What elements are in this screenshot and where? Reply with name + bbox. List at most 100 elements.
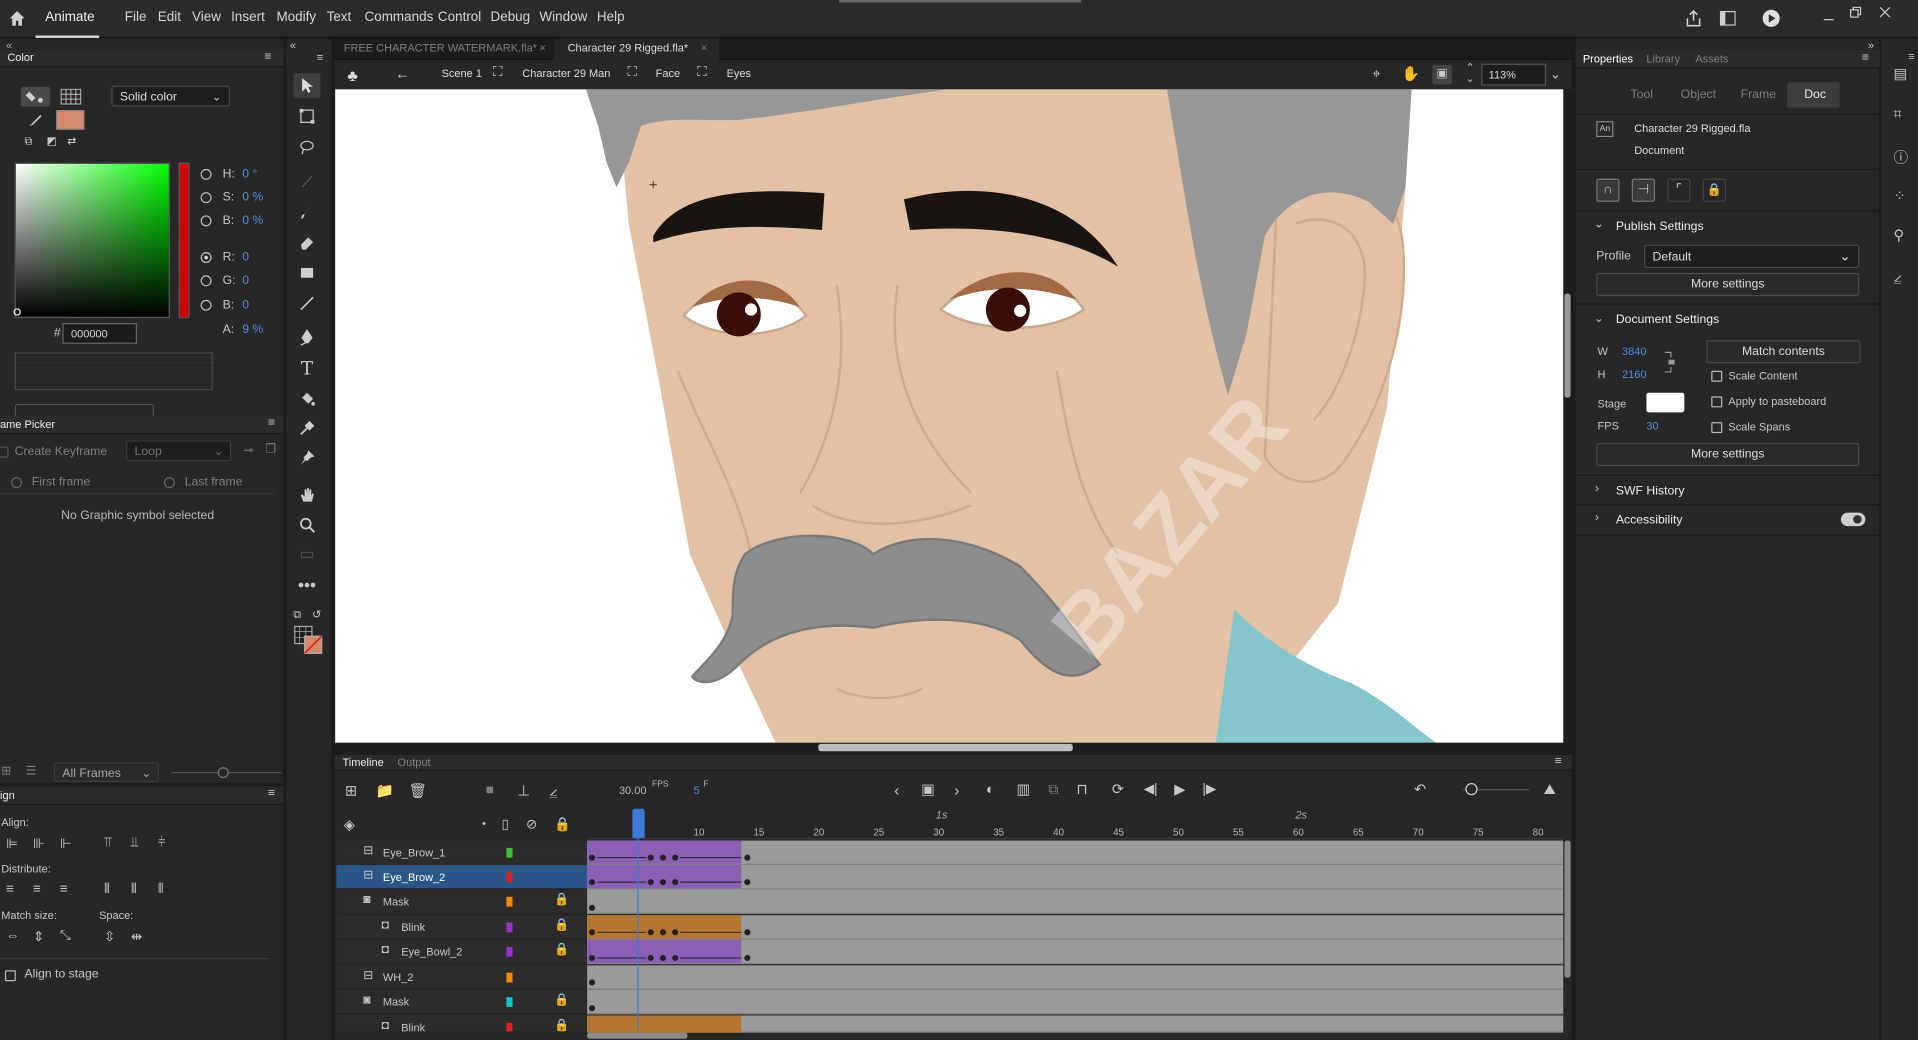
swap-colors-icon[interactable]: ⇄ — [67, 135, 76, 148]
home-icon[interactable] — [9, 10, 26, 27]
distribute-hcenter-icon[interactable]: ⦀ — [131, 882, 137, 898]
workspace-icon[interactable] — [1719, 11, 1736, 26]
breadcrumb-face[interactable]: Face — [656, 67, 680, 79]
rulers-icon[interactable]: ⌜ — [1667, 178, 1691, 202]
playhead[interactable] — [632, 808, 645, 839]
clip-content-icon[interactable]: ▣ — [1432, 64, 1452, 85]
hide-layer-icon[interactable]: ⊘ — [526, 816, 537, 832]
accessibility-title[interactable]: Accessibility — [1616, 514, 1683, 527]
panel-menu-icon[interactable]: ≡ — [264, 50, 271, 63]
graph-editor-icon[interactable]: ⦤ — [549, 782, 557, 800]
info-panel-icon[interactable]: ⓘ — [1894, 147, 1909, 168]
hue-radio[interactable] — [200, 168, 212, 180]
lock-icon[interactable]: 🔒 — [554, 1019, 569, 1031]
more-settings-button[interactable]: More settings — [1596, 272, 1860, 297]
close-tab-icon[interactable]: × — [701, 42, 707, 54]
edit-multiple-frames-icon[interactable]: ▥ — [1016, 781, 1030, 798]
align-vertical-center-icon[interactable]: ⫫ — [131, 836, 139, 852]
tab-assets[interactable]: Assets — [1695, 53, 1728, 65]
sub-tab-doc[interactable]: Doc — [1787, 81, 1840, 108]
apply-to-pasteboard-checkbox[interactable] — [1711, 396, 1723, 408]
menu-modify[interactable]: Modify — [276, 10, 316, 25]
color-picker-field[interactable] — [13, 162, 171, 319]
show-all-layers-icon[interactable]: ◈ — [344, 816, 355, 833]
doc-tab-free-character[interactable]: FREE CHARACTER WATERMARK.fla* × — [334, 39, 553, 60]
stage-canvas[interactable]: BAZAR — [335, 89, 1564, 743]
align-bottom-edge-icon[interactable]: ⫩ — [158, 836, 166, 852]
pin-tool-icon[interactable] — [294, 445, 321, 469]
brightness-radio[interactable] — [200, 215, 212, 227]
link-icon[interactable]: ⊸ — [243, 444, 253, 457]
app-tab[interactable]: Animate — [35, 0, 100, 38]
layer-row[interactable]: ◙ Mask 🔒 — [336, 889, 588, 914]
insert-frame-icon[interactable]: ⊓ — [1076, 781, 1087, 798]
more-tools-icon[interactable]: ••• — [294, 573, 321, 597]
output-tab[interactable]: Output — [398, 756, 431, 768]
layer-name[interactable]: Blink — [401, 921, 425, 933]
distribute-right-icon[interactable]: ⦀ — [158, 882, 164, 898]
tools-menu-icon[interactable]: ≡ — [317, 51, 323, 63]
breadcrumb-character[interactable]: Character 29 Man — [522, 67, 610, 79]
layer-color-swatch[interactable] — [506, 1022, 513, 1032]
alpha-value[interactable]: 9 % — [242, 323, 263, 336]
layer-row-selected[interactable]: ⊟ Eye_Brow_2 — [336, 865, 588, 890]
sub-tab-object[interactable]: Object — [1681, 88, 1716, 101]
width-value[interactable]: 3840 — [1622, 345, 1647, 357]
motion-presets-icon[interactable]: ⁘ — [1894, 187, 1906, 204]
new-folder-icon[interactable]: 📁 — [376, 782, 394, 799]
stage-horizontal-scrollbar[interactable] — [818, 743, 1073, 752]
publish-settings-title[interactable]: Publish Settings — [1616, 220, 1704, 233]
menu-edit[interactable]: Edit — [158, 10, 181, 25]
zoom-stepper-icon[interactable]: ⌃ ⌄ — [1465, 62, 1474, 84]
pencil-stroke-icon[interactable] — [27, 111, 44, 128]
zoom-input[interactable]: 113% — [1481, 63, 1547, 86]
scale-content-checkbox[interactable] — [1711, 370, 1723, 382]
hue-value[interactable]: 0 ° — [242, 168, 257, 181]
layer-row[interactable]: ⊟ WH_2 — [336, 965, 588, 990]
lock-icon[interactable]: 🔒 — [554, 943, 569, 956]
create-keyframe-checkbox[interactable] — [0, 446, 9, 458]
scene-icon[interactable]: ♣ — [347, 66, 357, 84]
align-top-edge-icon[interactable]: ⫪ — [104, 836, 112, 852]
no-color-icon[interactable]: ◩ — [46, 135, 56, 148]
blue-radio[interactable] — [200, 299, 212, 311]
current-frame-value[interactable]: 5 — [694, 784, 700, 796]
new-layer-icon[interactable]: ⊞ — [345, 782, 357, 799]
breadcrumb-scene[interactable]: Scene 1 — [442, 67, 482, 79]
menu-control[interactable]: Control — [438, 10, 481, 25]
blue-value[interactable]: 0 — [242, 299, 249, 312]
restore-icon[interactable] — [1849, 4, 1862, 18]
paint-bucket-tool-icon[interactable] — [294, 387, 321, 411]
space-vertical-icon[interactable]: ⇳ — [104, 929, 115, 945]
prev-keyframe-icon[interactable]: ‹ — [894, 781, 899, 799]
undo-icon[interactable]: ↶ — [1414, 781, 1426, 798]
center-stage-icon[interactable]: ⌖ — [1372, 65, 1380, 83]
share-icon[interactable] — [1686, 9, 1702, 27]
layer-color-swatch[interactable] — [506, 896, 513, 907]
panel-menu-icon[interactable]: ≡ — [268, 787, 275, 800]
stage-color-swatch[interactable] — [1646, 392, 1685, 413]
hue-slider[interactable] — [178, 162, 190, 319]
brightness-value[interactable]: 0 % — [242, 214, 263, 227]
expand-panels-icon[interactable]: » — [1868, 39, 1874, 51]
pen-tool-icon[interactable] — [294, 325, 321, 349]
layer-name[interactable]: Eye_Brow_1 — [383, 847, 445, 859]
back-arrow-icon[interactable]: ← — [395, 65, 410, 82]
scale-spans-checkbox[interactable] — [1711, 422, 1723, 434]
match-width-icon[interactable]: ⇔ — [6, 929, 19, 944]
menu-commands[interactable]: Commands — [365, 10, 434, 25]
align-to-stage-checkbox[interactable] — [4, 970, 16, 982]
stroke-fill-swatch[interactable] — [294, 625, 323, 654]
thumbnail-size-slider[interactable] — [171, 767, 282, 779]
stroke-color-icon[interactable] — [20, 86, 51, 107]
add-keyframe-icon[interactable]: ▣ — [921, 781, 935, 798]
lock-layer-icon[interactable]: 🔒 — [554, 816, 571, 832]
step-forward-icon[interactable]: |▶ — [1202, 781, 1216, 797]
distribute-top-icon[interactable]: ≡ — [6, 882, 14, 897]
layer-row[interactable]: ◘ Eye_Bowl_2 🔒 — [336, 939, 588, 965]
menu-text[interactable]: Text — [327, 10, 352, 25]
layer-row[interactable]: ◘ Blink 🔒 — [336, 1015, 588, 1033]
timeline-tab[interactable]: Timeline — [342, 756, 383, 768]
timeline-vertical-scrollbar[interactable] — [1564, 840, 1571, 978]
panel-menu-icon[interactable]: ≡ — [1862, 51, 1869, 64]
